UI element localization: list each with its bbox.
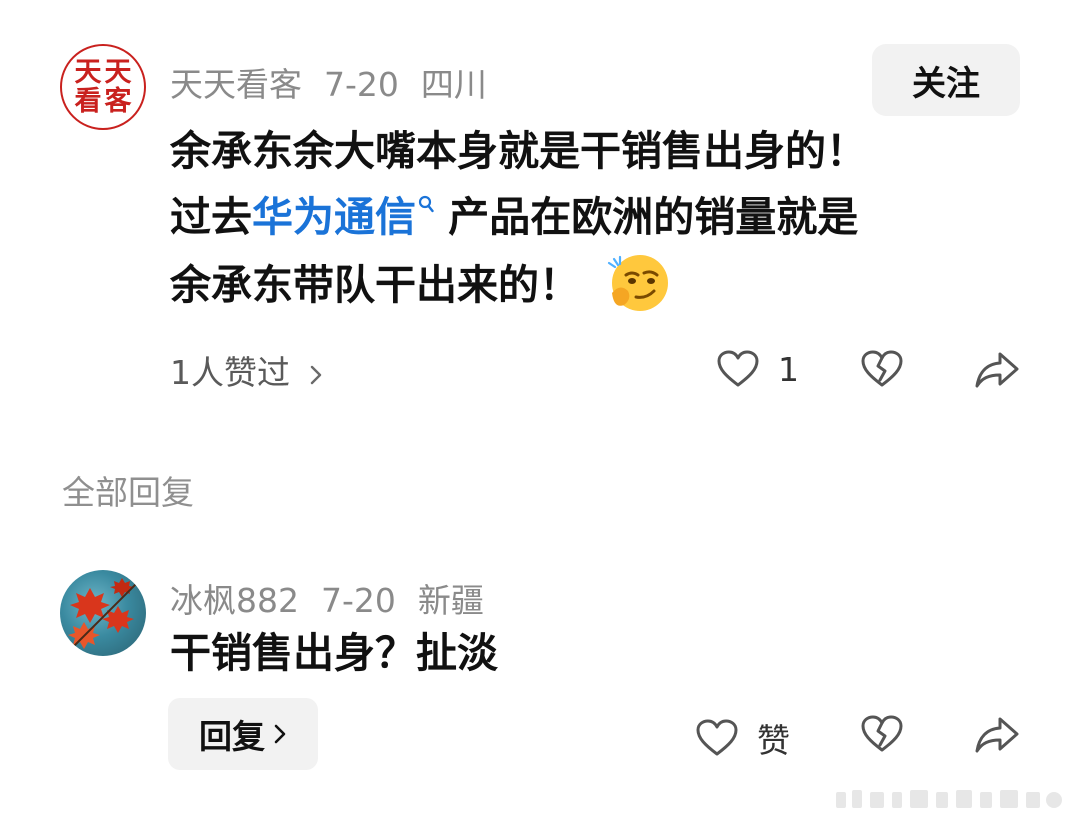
replies-section-title: 全部回复 (62, 473, 194, 512)
username[interactable]: 天天看客 (170, 65, 302, 104)
comment-text-segment: 产品在欧洲的销量就是 (434, 193, 859, 241)
comment-text-line: 过去华为通信 产品在欧洲的销量就是 (170, 184, 858, 250)
like-count: 1 (778, 349, 799, 389)
avatar[interactable]: 天 天 看 客 (60, 44, 146, 130)
topic-link-label: 华为通信 (252, 193, 416, 241)
reply-meta: 冰枫882 7-20 新疆 (170, 574, 484, 622)
follow-button[interactable]: 关注 (872, 44, 1020, 116)
reply-date: 7-20 (321, 581, 396, 620)
dislike-button[interactable] (860, 714, 904, 758)
reply-text: 干销售出身？扯淡 (170, 629, 498, 677)
heart-outline-icon (696, 719, 738, 756)
broken-heart-icon (861, 715, 903, 752)
likers-label: 1人赞过 (170, 353, 290, 392)
smirk-emoji-icon (607, 255, 668, 311)
comment-text-line: 余承东带队干出来的！ (170, 252, 672, 318)
comment-date: 7-20 (324, 65, 399, 104)
share-arrow-icon (975, 717, 1019, 753)
heart-outline-icon (717, 350, 759, 387)
likers-link[interactable]: 1人赞过 (170, 346, 323, 394)
avatar-char: 看 (74, 86, 102, 117)
comment-text-segment: 余承东带队干出来的！ (170, 261, 580, 309)
avatar-char: 客 (104, 86, 132, 117)
share-arrow-icon (975, 352, 1019, 388)
comment-location: 四川 (420, 65, 487, 104)
search-icon (418, 195, 434, 213)
comment-text-line: 余承东余大嘴本身就是干销售出身的！ (170, 127, 867, 175)
avatar-char: 天 (74, 57, 102, 88)
like-button[interactable]: 1 (716, 349, 799, 389)
maple-leaf-image (68, 578, 141, 651)
topic-link[interactable]: 华为通信 (252, 193, 434, 241)
username[interactable]: 冰枫882 (170, 581, 299, 620)
like-label: 赞 (757, 721, 790, 760)
chevron-right-icon (274, 724, 286, 744)
share-button[interactable] (974, 350, 1020, 394)
reply-button-label: 回复 (199, 717, 265, 756)
watermark-logo (836, 790, 1062, 808)
dislike-button[interactable] (860, 349, 904, 393)
avatar[interactable] (60, 570, 146, 656)
broken-heart-icon (861, 350, 903, 387)
share-button[interactable] (974, 715, 1020, 759)
like-button[interactable]: 赞 (695, 714, 790, 762)
avatar-char: 天 (104, 57, 132, 88)
chevron-right-icon (310, 365, 321, 385)
reply-location: 新疆 (417, 581, 484, 620)
comment-meta: 天天看客 7-20 四川 (170, 58, 487, 106)
reply-button[interactable]: 回复 (168, 698, 318, 770)
comment-text-segment: 过去 (170, 193, 252, 241)
